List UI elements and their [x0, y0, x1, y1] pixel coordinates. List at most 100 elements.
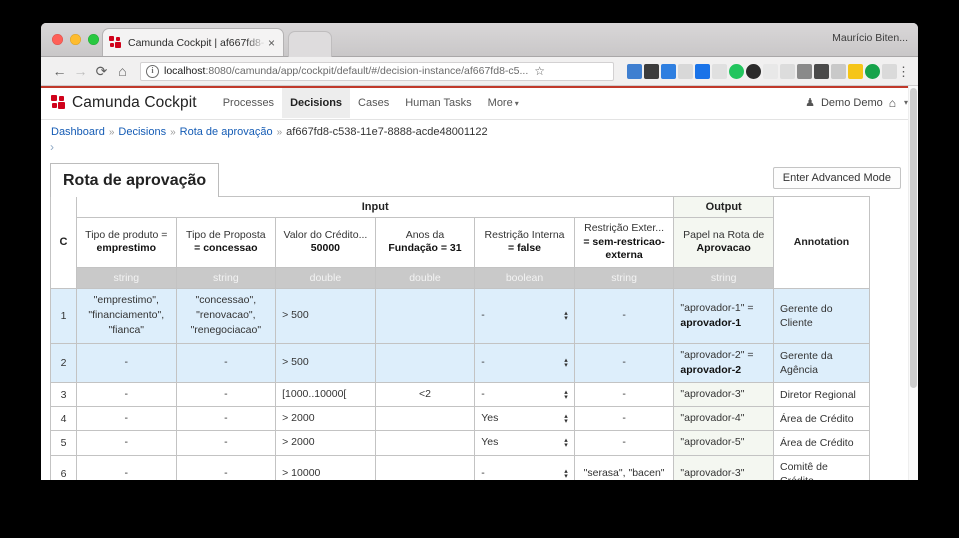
decision-rule-row[interactable]: 3- - [1000..10000[<2- ▴ ▾ - "aprovador-3" Diret…	[50, 382, 870, 408]
boolean-select-spinner-icon[interactable]: ▴ ▾	[564, 437, 568, 449]
collapse-chevron-icon[interactable]: ›	[41, 141, 918, 154]
screenshot-ext-icon[interactable]	[780, 63, 795, 79]
rule-output-cell[interactable]: "aprovador-3"	[673, 382, 774, 408]
evernote-ext-icon[interactable]	[729, 63, 744, 79]
breadcrumb-link-dashboard[interactable]: Dashboard	[51, 126, 105, 138]
rule-input-cell-6[interactable]: -	[573, 342, 675, 384]
decision-rule-row[interactable]: 4- - > 2000 Yes ▴ ▾ - "aprovador-4" Área de Créd…	[50, 406, 870, 432]
rule-input-cell-2[interactable]: -	[175, 406, 277, 432]
rule-input-cell-1[interactable]: -	[76, 454, 177, 480]
input-column-header-5[interactable]: Restrição Interna = false	[474, 217, 575, 268]
rule-output-cell[interactable]: "aprovador-4"	[673, 406, 774, 432]
nav-item-decisions[interactable]: Decisions	[282, 87, 351, 118]
link-ext-icon[interactable]	[797, 63, 812, 79]
rule-input-cell-5[interactable]: Yes ▴ ▾	[474, 406, 575, 432]
rule-input-cell-6[interactable]: "serasa", "bacen"	[573, 454, 675, 480]
rule-annotation-cell[interactable]: Comitê de Crédito	[773, 454, 870, 480]
rule-output-cell[interactable]: "aprovador-2" = aprovador-2	[673, 342, 774, 384]
rule-input-cell-1[interactable]: -	[76, 406, 177, 432]
back-icon[interactable]: ←	[49, 64, 70, 78]
rule-input-cell-4[interactable]	[374, 287, 476, 344]
input-column-header-2[interactable]: Tipo de Proposta = concessao	[175, 217, 277, 268]
close-tab-icon[interactable]: ×	[266, 37, 277, 49]
note-ext-icon[interactable]	[712, 63, 727, 79]
rule-input-cell-3[interactable]: [1000..10000[	[275, 382, 376, 408]
site-info-icon[interactable]: i	[146, 64, 159, 78]
nav-item-more[interactable]: More ▾	[480, 88, 527, 118]
boolean-select-spinner-icon[interactable]: ▴ ▾	[564, 413, 568, 425]
qr-code-ext-icon[interactable]	[644, 63, 659, 79]
browser-tab[interactable]: Camunda Cockpit | af667fd8- ×	[102, 28, 284, 56]
bookmark-star-icon[interactable]: ☆	[534, 64, 545, 78]
reload-icon[interactable]: ⟳	[91, 64, 112, 78]
settings-ext-icon[interactable]	[678, 63, 693, 79]
rule-input-cell-1[interactable]: -	[76, 430, 177, 456]
browser-profile-name[interactable]: Maurício Biten...	[832, 32, 908, 44]
nav-item-cases[interactable]: Cases	[350, 88, 397, 118]
translate-ext-icon[interactable]	[661, 63, 676, 79]
rule-input-cell-3[interactable]: > 2000	[275, 406, 376, 432]
rule-input-cell-1[interactable]: -	[76, 342, 177, 384]
browser-menu-icon[interactable]: ⋮	[897, 65, 910, 78]
rule-input-cell-4[interactable]	[374, 454, 476, 480]
calendar-ext-icon[interactable]	[695, 63, 710, 79]
rule-annotation-cell[interactable]: Área de Crédito	[773, 406, 870, 432]
rule-input-cell-6[interactable]: -	[573, 382, 675, 408]
nav-item-processes[interactable]: Processes	[215, 88, 282, 118]
rule-output-cell[interactable]: "aprovador-1" = aprovador-1	[673, 287, 774, 344]
home-icon[interactable]: ⌂	[112, 64, 133, 78]
rule-input-cell-3[interactable]: > 500	[275, 342, 376, 384]
sticky-ext-icon[interactable]	[848, 63, 863, 79]
rule-input-cell-1[interactable]: -	[76, 382, 177, 408]
rule-input-cell-2[interactable]: -	[175, 382, 277, 408]
decision-rule-row[interactable]: 6- - > 10000- ▴ ▾ "serasa", "bacen" "aprovador…	[50, 454, 870, 480]
rule-input-cell-5[interactable]: - ▴ ▾	[474, 454, 575, 480]
rule-input-cell-3[interactable]: > 10000	[275, 454, 376, 480]
rule-input-cell-4[interactable]	[374, 430, 476, 456]
rule-input-cell-1[interactable]: "emprestimo", "financiamento", "fianca"	[76, 287, 177, 344]
enter-advanced-mode-button[interactable]: Enter Advanced Mode	[772, 167, 901, 189]
input-column-header-4[interactable]: Anos da Fundação = 31	[374, 217, 476, 268]
minimize-window-button[interactable]	[70, 34, 81, 45]
rule-output-cell[interactable]: "aprovador-5"	[673, 430, 774, 456]
rule-input-cell-3[interactable]: > 2000	[275, 430, 376, 456]
forward-icon[interactable]: →	[70, 64, 91, 78]
rule-input-cell-4[interactable]	[374, 342, 476, 384]
rule-input-cell-4[interactable]: <2	[374, 382, 476, 408]
rule-input-cell-5[interactable]: - ▴ ▾	[474, 382, 575, 408]
boolean-select-spinner-icon[interactable]: ▴ ▾	[564, 389, 568, 401]
close-window-button[interactable]	[52, 34, 63, 45]
analytics-ext-icon[interactable]	[627, 63, 642, 79]
boolean-select-spinner-icon[interactable]: ▴ ▾	[564, 468, 568, 480]
rule-input-cell-2[interactable]: "concessao", "renovacao", "renegociacao"	[175, 287, 277, 344]
rule-input-cell-3[interactable]: > 500	[275, 287, 376, 344]
nav-item-human-tasks[interactable]: Human Tasks	[397, 88, 479, 118]
address-bar[interactable]: i localhost:8080/camunda/app/cockpit/def…	[140, 61, 614, 81]
boolean-select-spinner-icon[interactable]: ▴ ▾	[564, 357, 568, 369]
rule-input-cell-2[interactable]: -	[175, 454, 277, 480]
decision-rule-row[interactable]: 1 "emprestimo", "financiamento", "fianca"…	[50, 287, 870, 344]
new-tab-button[interactable]	[288, 31, 332, 57]
image-ext-icon[interactable]	[882, 63, 897, 79]
user-menu[interactable]: ♟ Demo Demo ⌂ ▾	[805, 96, 908, 110]
breadcrumb-link-decisions[interactable]: Decisions	[118, 126, 166, 138]
rule-input-cell-2[interactable]: -	[175, 342, 277, 384]
pocket-ext-icon[interactable]	[763, 63, 778, 79]
output-column-header-7[interactable]: Papel na Rota de Aprovacao	[673, 217, 774, 268]
input-column-header-6[interactable]: Restrição Exter... = sem-restricao-extern…	[573, 217, 675, 268]
contrast-ext-icon[interactable]	[746, 63, 761, 79]
rule-output-cell[interactable]: "aprovador-3"	[673, 454, 774, 480]
rule-input-cell-5[interactable]: - ▴ ▾	[474, 287, 575, 344]
page-scrollbar-thumb[interactable]	[910, 88, 917, 388]
rule-annotation-cell[interactable]: Diretor Regional	[773, 382, 870, 408]
page-scrollbar[interactable]	[908, 86, 918, 480]
decision-rule-row[interactable]: 5- - > 2000 Yes ▴ ▾ - "aprovador-5" Área de Créd…	[50, 430, 870, 456]
rule-input-cell-6[interactable]: -	[573, 406, 675, 432]
star-ext-icon[interactable]	[831, 63, 846, 79]
input-column-header-3[interactable]: Valor do Crédito... 50000	[275, 217, 376, 268]
rule-input-cell-6[interactable]: -	[573, 430, 675, 456]
rule-input-cell-2[interactable]: -	[175, 430, 277, 456]
boolean-select-spinner-icon[interactable]: ▴ ▾	[564, 310, 568, 322]
rule-annotation-cell[interactable]: Gerente do Cliente	[773, 287, 870, 344]
rule-input-cell-6[interactable]: -	[573, 287, 675, 344]
